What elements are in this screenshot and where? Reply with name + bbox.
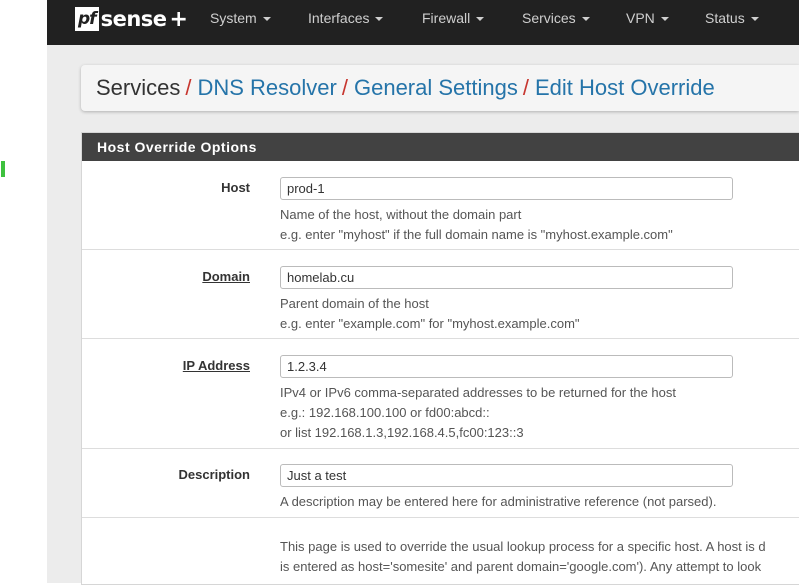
nav-menu-label: Interfaces xyxy=(308,10,370,26)
logo-plus: + xyxy=(169,6,188,32)
nav-menu-status[interactable]: Status xyxy=(705,0,759,36)
ip-address-label: IP Address xyxy=(182,358,250,373)
ip-help-line-2: e.g.: 192.168.100.100 or fd00:abcd:: xyxy=(280,405,490,420)
ip-address-input[interactable]: 1.2.3.4 xyxy=(280,355,733,378)
breadcrumb-separator: / xyxy=(185,75,192,100)
description-row: Description Just a test A description ma… xyxy=(82,449,799,518)
caret-down-icon xyxy=(660,17,669,22)
breadcrumb-root: Services xyxy=(96,75,181,100)
caret-down-icon xyxy=(581,17,590,22)
domain-label: Domain xyxy=(202,269,250,284)
nav-menu-label: Status xyxy=(705,10,745,26)
info-line-2: is entered as host='somesite' and parent… xyxy=(280,559,762,574)
host-help-line-2: e.g. enter "myhost" if the full domain n… xyxy=(280,227,673,242)
ip-help-line-3: or list 192.168.1.3,192.168.4.5,fc00:123… xyxy=(280,425,524,440)
caret-down-icon xyxy=(375,17,384,22)
host-help-line-1: Name of the host, without the domain par… xyxy=(280,207,522,222)
caret-down-icon xyxy=(262,17,271,22)
domain-help-line-1: Parent domain of the host xyxy=(280,296,429,311)
pfsense-logo[interactable]: pf sense + xyxy=(75,6,188,32)
panel-title: Host Override Options xyxy=(82,133,799,161)
ip-address-row: IP Address 1.2.3.4 IPv4 or IPv6 comma-se… xyxy=(82,339,799,449)
nav-menu-label: Firewall xyxy=(422,10,471,26)
breadcrumb-dns-resolver[interactable]: DNS Resolver xyxy=(197,75,336,100)
breadcrumb-trail: Services / DNS Resolver / General Settings / E… xyxy=(96,65,715,111)
breadcrumb: Services / DNS Resolver / General Settings / E… xyxy=(81,65,799,111)
nav-menu-label: Services xyxy=(522,10,576,26)
nav-menu-label: VPN xyxy=(626,10,655,26)
domain-input[interactable]: homelab.cu xyxy=(280,266,733,289)
caret-down-icon xyxy=(476,17,485,22)
logo-sense: sense xyxy=(100,7,167,31)
host-row: Host prod-1 Name of the host, without th… xyxy=(82,161,799,250)
nav-menu-firewall[interactable]: Firewall xyxy=(422,0,485,36)
nav-menu-services[interactable]: Services xyxy=(522,0,590,36)
status-indicator xyxy=(1,161,5,177)
nav-menu-label: System xyxy=(210,10,257,26)
breadcrumb-edit-host-override[interactable]: Edit Host Override xyxy=(535,75,715,100)
host-label: Host xyxy=(221,180,250,195)
page: pf sense + System Interfaces Firewall Se… xyxy=(47,0,799,585)
description-input[interactable]: Just a test xyxy=(280,464,733,487)
host-override-panel: Host Override Options Host prod-1 Name o… xyxy=(81,132,799,585)
info-line-1: This page is used to override the usual … xyxy=(280,539,766,554)
domain-help-line-2: e.g. enter "example.com" for "myhost.exa… xyxy=(280,316,580,331)
breadcrumb-separator: / xyxy=(522,75,529,100)
breadcrumb-separator: / xyxy=(341,75,348,100)
caret-down-icon xyxy=(750,17,759,22)
logo-pf: pf xyxy=(75,7,99,31)
top-navbar: pf sense + System Interfaces Firewall Se… xyxy=(47,0,799,45)
description-help: A description may be entered here for ad… xyxy=(280,494,717,509)
ip-help-line-1: IPv4 or IPv6 comma-separated addresses t… xyxy=(280,385,676,400)
nav-menu-system[interactable]: System xyxy=(210,0,271,36)
nav-menu-interfaces[interactable]: Interfaces xyxy=(308,0,384,36)
nav-menu-vpn[interactable]: VPN xyxy=(626,0,669,36)
domain-row: Domain homelab.cu Parent domain of the h… xyxy=(82,250,799,339)
host-input[interactable]: prod-1 xyxy=(280,177,733,200)
description-label: Description xyxy=(178,467,250,482)
breadcrumb-general-settings[interactable]: General Settings xyxy=(354,75,518,100)
